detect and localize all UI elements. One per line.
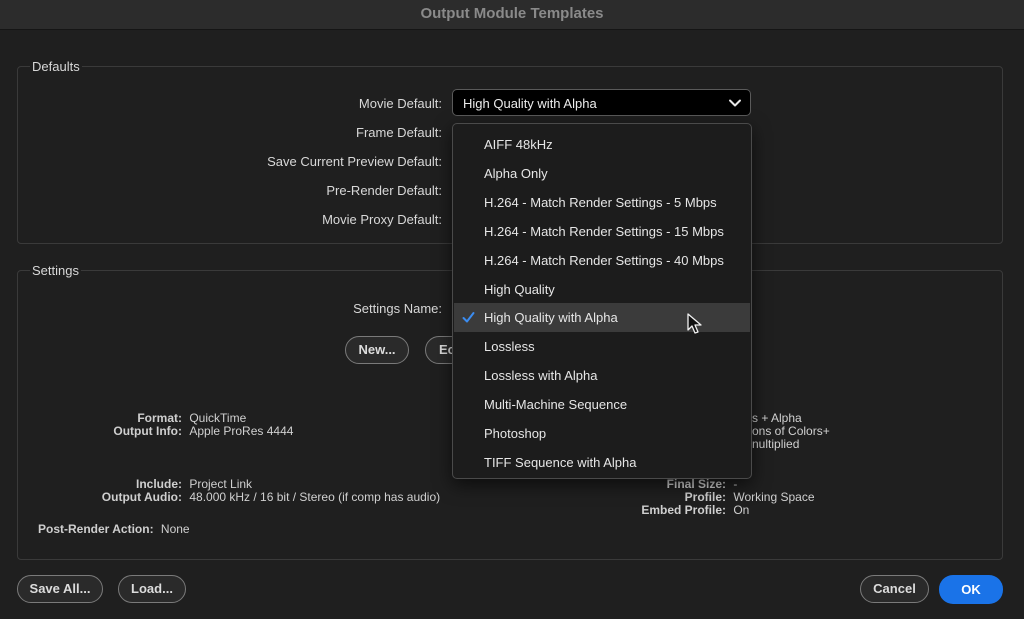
menu-item[interactable]: Lossless [454,332,750,361]
profile-value: Working Space [733,490,815,504]
checkmark-icon [462,312,475,323]
settings-name-label: Settings Name: [353,301,442,316]
menu-item[interactable]: Photoshop [454,419,750,448]
frame-default-label: Frame Default: [356,125,442,140]
output-audio-label: Output Audio: [101,490,182,504]
movie-default-select[interactable]: High Quality with Alpha [452,89,751,116]
ok-button[interactable]: OK [939,575,1003,604]
movie-default-label: Movie Default: [358,96,442,111]
post-render-label: Post-Render Action: [38,522,154,536]
menu-item[interactable]: Lossless with Alpha [454,361,750,390]
new-button[interactable]: New... [345,336,409,364]
menu-item[interactable]: High Quality [454,275,750,304]
output-info-row: Output Info: Apple ProRes 4444 [40,425,293,438]
save-all-button[interactable]: Save All... [17,575,103,603]
menu-item-label: TIFF Sequence with Alpha [484,455,637,470]
menu-item[interactable]: H.264 - Match Render Settings - 40 Mbps [454,246,750,275]
output-audio-value: 48.000 kHz / 16 bit / Stereo (if comp ha… [189,490,441,504]
menu-item-label: High Quality with Alpha [484,310,618,325]
menu-item-label: H.264 - Match Render Settings - 5 Mbps [484,195,717,210]
settings-group-label: Settings [30,263,81,278]
load-button[interactable]: Load... [118,575,186,603]
output-info-value: Apple ProRes 4444 [189,424,294,438]
defaults-group-label: Defaults [30,59,82,74]
chevron-down-icon [729,99,741,107]
embed-profile-row: Embed Profile: On [600,504,749,517]
post-render-row: Post-Render Action: None [38,523,190,536]
menu-item-label: AIFF 48kHz [484,137,553,152]
menu-item-label: Multi-Machine Sequence [484,397,628,412]
window-title: Output Module Templates [420,5,604,22]
menu-item-label: High Quality [484,282,555,297]
menu-item[interactable]: Alpha Only [454,159,750,188]
embed-profile-label: Embed Profile: [641,503,726,517]
cancel-button[interactable]: Cancel [860,575,929,603]
output-info-label: Output Info: [113,424,182,438]
save-preview-default-label: Save Current Preview Default: [267,154,442,169]
window-titlebar: Output Module Templates [0,0,1024,30]
menu-item-label: Lossless with Alpha [484,368,598,383]
prerender-default-label: Pre-Render Default: [326,183,442,198]
menu-item[interactable]: AIFF 48kHz [454,130,750,159]
post-render-value: None [160,522,190,536]
menu-item-label: H.264 - Match Render Settings - 40 Mbps [484,253,724,268]
final-size-value: - [733,477,738,491]
movie-proxy-default-label: Movie Proxy Default: [322,212,442,227]
movie-default-value: High Quality with Alpha [463,96,597,111]
menu-item-selected[interactable]: High Quality with Alpha [454,303,750,332]
output-audio-row: Output Audio: 48.000 kHz / 16 bit / Ster… [40,491,440,504]
menu-item-label: H.264 - Match Render Settings - 15 Mbps [484,224,724,239]
menu-item[interactable]: H.264 - Match Render Settings - 5 Mbps [454,188,750,217]
format-value: QuickTime [189,411,247,425]
menu-item[interactable]: Multi-Machine Sequence [454,390,750,419]
menu-item[interactable]: TIFF Sequence with Alpha [454,448,750,477]
menu-item-label: Alpha Only [484,166,548,181]
movie-default-dropdown-menu: AIFF 48kHz Alpha Only H.264 - Match Rend… [452,123,752,479]
include-value: Project Link [189,477,253,491]
right-info-line3: nultiplied [752,437,800,451]
menu-item-label: Lossless [484,339,535,354]
menu-item-label: Photoshop [484,426,547,441]
embed-profile-value: On [733,503,750,517]
mouse-pointer-icon [687,313,702,334]
menu-item[interactable]: H.264 - Match Render Settings - 15 Mbps [454,217,750,246]
